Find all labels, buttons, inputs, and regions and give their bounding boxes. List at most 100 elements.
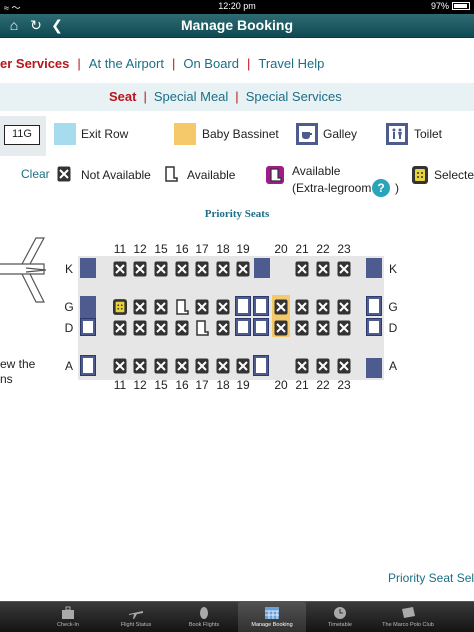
seat-15g [154,299,170,315]
seat-19k [236,261,252,277]
seat-11k [113,261,129,277]
galley-icon [235,318,251,336]
tab-label: The Marco Polo Club [382,622,434,628]
ticket-icon [200,607,208,619]
seat-17g [195,299,211,315]
tab-label: Check-In [56,622,79,628]
tab-label: Timetable [328,622,352,628]
baby-bassinet-label: Baby Bassinet [202,127,279,141]
seat-18g [216,299,232,315]
column-number: 11 [113,378,127,392]
nav-bar: ⌂ ↻ ❮ Manage Booking [0,14,474,38]
seat-11a [113,358,129,374]
row-label-k: K [64,262,73,276]
tab-seat[interactable]: Seat [109,89,136,104]
seat-11g[interactable] [113,299,129,315]
seat-22d [316,320,332,336]
battery-percent: 97% [430,1,449,11]
galley-icon [235,296,251,316]
calendar-icon [265,607,279,619]
column-number: 22 [316,378,330,392]
battery-icon [452,2,470,10]
tab-flight-status[interactable]: Flight Status [102,602,170,632]
seat-19a [236,358,252,374]
seat-22k [316,261,332,277]
row-label-a: A [64,359,73,373]
baby-bassinet-swatch [174,123,196,145]
toilet-icon [253,355,269,376]
row-label-d: D [64,321,74,335]
galley-icon [296,123,318,145]
not-available-icon [57,166,71,182]
tab-label: Book Flights [188,622,220,628]
galley-icon [366,296,382,316]
galley-label: Galley [323,127,358,141]
selected-label: Selected [434,168,474,182]
help-icon[interactable]: ? [372,179,390,197]
info-text-line-1: ew the [0,357,36,371]
seat-17d[interactable] [195,320,211,336]
column-number: 17 [195,242,209,256]
seat-17a [195,358,211,374]
priority-seat-selection-link[interactable]: Priority Seat Sele [388,571,474,585]
extra-legroom-close: ) [395,181,399,195]
extra-legroom-label-1: Available [292,164,341,178]
clear-link[interactable]: Clear [21,167,50,181]
seat-16g[interactable] [175,299,191,315]
main-menu: er Services | At the Airport | On Board | Trav… [0,56,324,76]
seat-20g [274,299,290,315]
column-number: 12 [133,378,147,392]
seat-23d [337,320,353,336]
row-label-g: G [388,300,398,314]
column-number: 19 [236,378,250,392]
menu-at-the-airport[interactable]: At the Airport [89,56,164,71]
tab-check-in[interactable]: Check-In [34,602,102,632]
clock-icon [334,607,346,619]
tab-special-services[interactable]: Special Services [246,89,342,104]
row-label-k: K [388,262,397,276]
menu-separator: | [171,56,176,71]
tab-book-flights[interactable]: Book Flights [170,602,238,632]
sub-menu: Seat | Special Meal | Special Services [0,83,474,111]
seat-11d [113,320,129,336]
seat-15k [154,261,170,277]
menu-separator: | [77,56,81,71]
seat-23g [337,299,353,315]
column-number: 17 [195,378,209,392]
tab-bar: Check-In Flight Status Book Flights Mana… [0,601,474,632]
column-number: 20 [274,242,288,256]
seat-22a [316,358,332,374]
column-number: 23 [337,378,351,392]
column-number: 22 [316,242,330,256]
menu-on-board[interactable]: On Board [183,56,239,71]
tab-manage-booking[interactable]: Manage Booking [238,602,306,632]
column-number: 11 [113,242,127,256]
menu-travel-help[interactable]: Travel Help [258,56,324,71]
column-number: 18 [216,378,230,392]
galley-icon [366,318,382,336]
column-number: 23 [337,242,351,256]
seat-12k [133,261,149,277]
card-icon [402,607,415,618]
seat-22g [316,299,332,315]
tab-timetable[interactable]: Timetable [306,602,374,632]
seat-18a [216,358,232,374]
bulkhead-block [80,258,96,278]
seat-12d [133,320,149,336]
toilet-icon [386,123,408,145]
tab-special-meal[interactable]: Special Meal [154,89,228,104]
selected-seat-icon [412,166,428,184]
menu-services[interactable]: er Services [0,56,69,71]
galley-icon [253,318,269,336]
seat-code-panel: 11G [0,116,46,156]
column-number: 18 [216,242,230,256]
tab-marco-polo-club[interactable]: The Marco Polo Club [374,602,442,632]
submenu-separator: | [143,89,147,104]
seat-12a [133,358,149,374]
seat-21k [295,261,311,277]
column-number: 15 [154,242,168,256]
toilet-label: Toilet [414,127,443,141]
seat-18d [216,320,232,336]
column-number: 15 [154,378,168,392]
seat-16k [175,261,191,277]
